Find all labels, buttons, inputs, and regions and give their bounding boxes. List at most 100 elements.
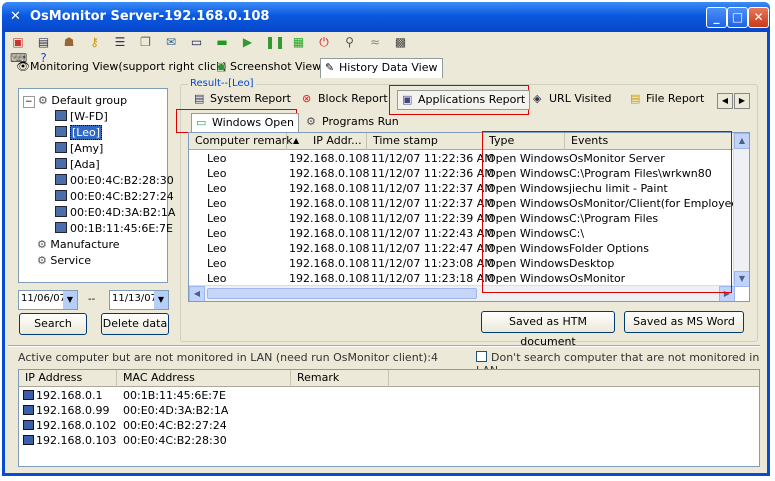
vertical-scrollbar[interactable]: ▲ ▼ bbox=[733, 133, 749, 287]
splitter[interactable] bbox=[8, 345, 760, 347]
tab-history-data-view[interactable]: ✎ History Data View bbox=[320, 58, 443, 78]
scroll-left-button[interactable]: ◀ bbox=[189, 286, 205, 301]
scroll-right-button[interactable]: ▶ bbox=[734, 93, 750, 109]
tree-node-computer-selected[interactable]: [Leo] bbox=[55, 125, 103, 140]
column-header[interactable]: Computer remark bbox=[189, 133, 293, 150]
table-cell: 11/12/07 11:23:08 AM bbox=[371, 257, 494, 270]
tree-node-computer[interactable]: [Ada] bbox=[55, 158, 100, 171]
table-cell: Leo bbox=[207, 212, 227, 225]
tab-applications-report[interactable]: ▣ Applications Report bbox=[397, 90, 531, 110]
collapse-icon[interactable]: − bbox=[23, 96, 35, 108]
tree-node-group-service[interactable]: ⚙ Service bbox=[37, 254, 91, 267]
window-title: OsMonitor Server-192.168.0.108 bbox=[30, 9, 270, 24]
table-cell: 192.168.0.108 bbox=[289, 182, 370, 195]
column-header[interactable]: MAC Address bbox=[117, 370, 291, 387]
tab-windows-open[interactable]: ▭ Windows Open bbox=[191, 113, 299, 133]
table-cell: Leo bbox=[207, 182, 227, 195]
table-cell: 11/12/07 11:22:36 AM bbox=[371, 152, 494, 165]
tab-block-report[interactable]: ⊗ Block Report bbox=[302, 90, 388, 110]
save-word-button[interactable]: Saved as MS Word bbox=[624, 311, 744, 333]
list-cell: 192.168.0.103 bbox=[23, 434, 116, 447]
list-cell: 00:E0:4C:B2:27:24 bbox=[123, 419, 227, 432]
computer-icon bbox=[55, 174, 67, 185]
scroll-left-button[interactable]: ◀ bbox=[717, 93, 733, 109]
search-icon[interactable]: ⚲ bbox=[342, 34, 358, 50]
screen-icon[interactable]: ▭ bbox=[189, 34, 205, 50]
computer-tree[interactable]: − ⚙ Default group [W-FD] [Leo] [Amy] [Ad… bbox=[18, 88, 175, 283]
table-cell: 192.168.0.108 bbox=[289, 152, 370, 165]
close-button[interactable]: ✕ bbox=[748, 7, 769, 28]
network-computer-icon bbox=[23, 435, 34, 445]
chip-icon[interactable]: ▩ bbox=[393, 34, 409, 50]
delete-data-button[interactable]: Delete data bbox=[101, 313, 169, 335]
table-cell: Leo bbox=[207, 272, 227, 285]
list-cell: 00:E0:4D:3A:B2:1A bbox=[123, 404, 229, 417]
scroll-thumb[interactable] bbox=[207, 288, 477, 299]
column-header[interactable]: Remark bbox=[291, 370, 389, 387]
list-item[interactable]: 192.168.0.102 00:E0:4C:B2:27:24 bbox=[19, 419, 759, 434]
network-computer-icon bbox=[23, 420, 34, 430]
save-htm-button[interactable]: Saved as HTM document bbox=[481, 311, 615, 348]
list-icon[interactable]: ☰ bbox=[112, 34, 128, 50]
tree-node-computer[interactable]: [Amy] bbox=[55, 142, 103, 155]
column-header[interactable]: Time stamp bbox=[367, 133, 483, 150]
unmonitored-list[interactable]: IP Address MAC Address Remark 192.168.0.… bbox=[18, 369, 760, 467]
list-item[interactable]: 192.168.0.103 00:E0:4C:B2:28:30 bbox=[19, 434, 759, 449]
column-header[interactable]: ▲ IP Addr... bbox=[287, 133, 367, 150]
computer-icon bbox=[55, 158, 67, 169]
network-icon[interactable]: ▦ bbox=[291, 34, 307, 50]
group-icon: ⚙ bbox=[37, 238, 47, 251]
scroll-up-button[interactable]: ▲ bbox=[734, 133, 749, 149]
date-separator: -- bbox=[88, 294, 96, 305]
play-icon[interactable]: ▶ bbox=[240, 34, 256, 50]
monitor-icon[interactable]: ▤ bbox=[36, 34, 52, 50]
tree-node-default-group[interactable]: − ⚙ Default group bbox=[23, 94, 127, 108]
tab-screenshot-view[interactable]: ▣ Screenshot View bbox=[212, 58, 325, 78]
copy-icon[interactable]: ❐ bbox=[138, 34, 154, 50]
tree-node-computer[interactable]: [W-FD] bbox=[55, 110, 108, 123]
table-cell: 11/12/07 11:22:43 AM bbox=[371, 227, 494, 240]
table-cell: 11/12/07 11:22:37 AM bbox=[371, 197, 494, 210]
computer-icon bbox=[55, 206, 67, 217]
chevron-down-icon[interactable]: ▼ bbox=[63, 291, 77, 309]
monitor-eye-icon: 👁 bbox=[16, 60, 30, 73]
tree-node-computer[interactable]: 00:E0:4C:B2:28:30 bbox=[55, 174, 174, 187]
minimize-button[interactable]: _ bbox=[706, 7, 727, 28]
power-icon[interactable]: ⏻ bbox=[316, 34, 332, 50]
tab-file-report[interactable]: ▤ File Report bbox=[630, 90, 704, 110]
title-bar[interactable]: ✕ OsMonitor Server-192.168.0.108 _ □ ✕ bbox=[2, 2, 770, 32]
report-icon[interactable]: ▣ bbox=[10, 34, 26, 50]
chevron-down-icon[interactable]: ▼ bbox=[154, 291, 168, 309]
tree-node-computer[interactable]: 00:E0:4D:3A:B2:1A bbox=[55, 206, 175, 219]
column-header[interactable]: IP Address bbox=[19, 370, 117, 387]
tab-monitoring-view[interactable]: 👁Monitoring View(support right click) bbox=[12, 58, 231, 78]
date-to-picker[interactable]: 11/13/07 ▼ bbox=[109, 290, 169, 310]
group-icon: ⚙ bbox=[37, 254, 47, 267]
users-icon[interactable]: ☗ bbox=[61, 34, 77, 50]
pause-icon[interactable]: ❚❚ bbox=[265, 34, 285, 50]
message-icon[interactable]: ✉ bbox=[163, 34, 179, 50]
table-cell: Leo bbox=[207, 242, 227, 255]
table-cell: Leo bbox=[207, 152, 227, 165]
tree-node-group-manufacture[interactable]: ⚙ Manufacture bbox=[37, 238, 120, 251]
applications-icon: ▣ bbox=[402, 93, 413, 106]
list-item[interactable]: 192.168.0.99 00:E0:4D:3A:B2:1A bbox=[19, 404, 759, 419]
window-icon: ▭ bbox=[196, 116, 207, 129]
tree-node-computer[interactable]: 00:E0:4C:B2:27:24 bbox=[55, 190, 174, 203]
screen-green-icon[interactable]: ▬ bbox=[214, 34, 230, 50]
tab-system-report[interactable]: ▤ System Report bbox=[194, 90, 291, 110]
maximize-button[interactable]: □ bbox=[727, 7, 748, 28]
search-button[interactable]: Search bbox=[19, 313, 87, 335]
list-item[interactable]: 192.168.0.1 00:1B:11:45:6E:7E bbox=[19, 389, 759, 404]
checkbox-box[interactable] bbox=[476, 351, 487, 362]
scroll-down-button[interactable]: ▼ bbox=[734, 271, 749, 287]
tab-url-visited[interactable]: ◈ URL Visited bbox=[533, 90, 612, 110]
tab-programs-run[interactable]: ⚙ Programs Run bbox=[306, 113, 399, 133]
date-from-picker[interactable]: 11/06/07 ▼ bbox=[18, 290, 78, 310]
computer-icon bbox=[55, 126, 67, 137]
tree-node-computer[interactable]: 00:1B:11:45:6E:7E bbox=[55, 222, 173, 235]
computer-icon bbox=[55, 110, 67, 121]
wave-icon[interactable]: ≈ bbox=[367, 34, 383, 50]
key-icon[interactable]: ⚷ bbox=[87, 34, 103, 50]
list-cell: 00:1B:11:45:6E:7E bbox=[123, 389, 226, 402]
